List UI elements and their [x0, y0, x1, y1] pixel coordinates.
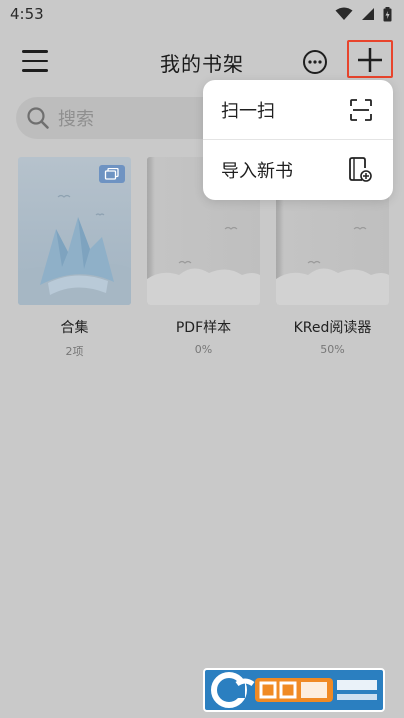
book-subtitle: 0% [194, 343, 213, 356]
menu-item-scan[interactable]: 扫一扫 [203, 80, 393, 140]
add-menu-popup: 扫一扫 导入新书 [203, 80, 393, 200]
book-subtitle: 50% [320, 343, 345, 356]
wifi-icon [335, 7, 353, 20]
more-button[interactable] [302, 49, 328, 75]
book-cover [18, 157, 131, 305]
status-icons [335, 6, 392, 22]
watermark-logo-graphic [211, 672, 377, 708]
top-bar: 我的书架 [0, 40, 404, 84]
collection-badge [99, 165, 125, 183]
status-bar: 4:53 [0, 0, 404, 28]
add-button[interactable] [347, 40, 393, 78]
menu-item-label: 扫一扫 [221, 101, 275, 122]
battery-icon [383, 6, 392, 21]
status-time: 4:53 [10, 5, 44, 23]
more-icon [303, 50, 327, 74]
book-title: 合集 [60, 320, 89, 336]
scan-icon [350, 99, 372, 121]
search-icon [27, 107, 49, 129]
collection-icon [104, 168, 119, 180]
page-title: 我的书架 [160, 52, 244, 76]
signal-icon [362, 8, 374, 20]
book-title: PDF样本 [175, 320, 232, 336]
book-item-collection[interactable]: 合集 2项 [18, 157, 131, 359]
book-title: KRed阅读器 [293, 320, 372, 336]
menu-item-import-book[interactable]: 导入新书 [203, 140, 393, 200]
menu-item-label: 导入新书 [221, 161, 293, 182]
import-book-icon [349, 157, 372, 182]
plus-icon [358, 48, 382, 72]
watermark-logo [203, 668, 385, 712]
search-placeholder: 搜索 [58, 109, 94, 130]
book-subtitle: 2项 [65, 345, 84, 358]
